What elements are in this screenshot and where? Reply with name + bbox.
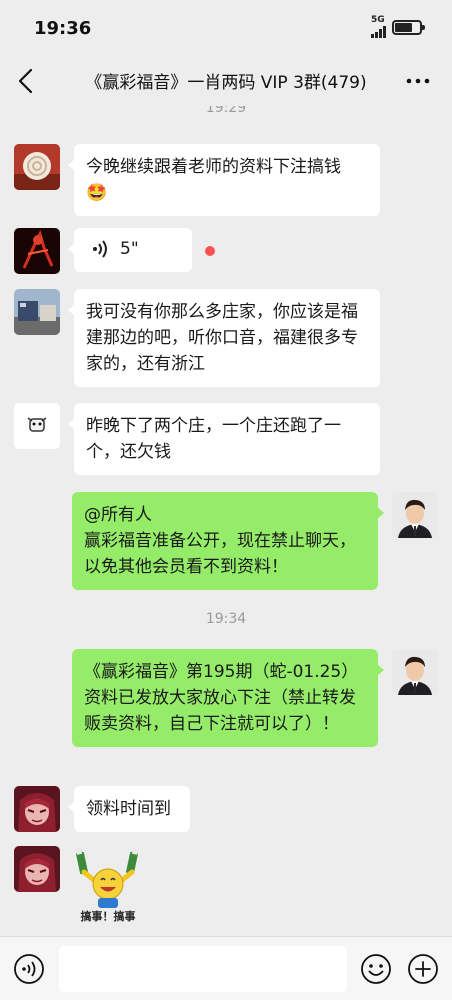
voice-toggle-icon[interactable]: [13, 953, 45, 985]
voice-duration: 5": [120, 239, 139, 259]
sticker[interactable]: 搞事！搞事: [70, 846, 146, 924]
network-type: 5G: [371, 15, 385, 25]
message-text: 昨晚下了两个庄，一个庄还跑了一个，还欠钱: [86, 416, 341, 462]
message-bubble[interactable]: @所有人 赢彩福音准备公开，现在禁止聊天，以免其他会员看不到资料！: [72, 492, 384, 590]
message-bubble[interactable]: 《赢彩福音》第195期（蛇-01.25）资料已发放大家放心下注（禁止转发贩卖资料…: [72, 649, 384, 747]
red-figure-avatar[interactable]: [14, 228, 60, 274]
street-photo-avatar[interactable]: [14, 289, 60, 335]
anime-girl-avatar[interactable]: [14, 786, 60, 832]
chevron-left-icon[interactable]: [14, 66, 40, 96]
timestamp: 19:34: [205, 611, 247, 627]
message-input[interactable]: [59, 946, 347, 992]
bottles-sticker-icon: [75, 847, 139, 908]
message-text: 我可没有你那么多庄家，你应该是福建那边的吧，听你口音，福建很多专家的，还有浙江: [86, 302, 358, 374]
mention-text[interactable]: @所有人: [84, 505, 152, 525]
sticker-caption: 搞事！搞事: [80, 910, 136, 923]
message-bubble[interactable]: 今晚继续跟着老师的资料下注搞钱 🤩: [68, 144, 380, 216]
message-bubble[interactable]: 领料时间到: [68, 786, 190, 832]
message-list[interactable]: 19:29 今晚继续跟着老师的资料下注搞钱 🤩 5" 我可没有你那么多庄家，你应…: [0, 106, 452, 936]
battery-icon: [392, 19, 425, 35]
message-text: 赢彩福音准备公开，现在禁止聊天，以免其他会员看不到资料！: [84, 531, 356, 577]
cartoon-avatar[interactable]: [14, 403, 60, 449]
man-in-suit-avatar[interactable]: [392, 649, 438, 695]
message-text: 《赢彩福音》第195期（蛇-01.25）资料已发放大家放心下注（禁止转发贩卖资料…: [84, 662, 359, 734]
voice-message[interactable]: 5": [68, 228, 192, 272]
anime-girl-avatar[interactable]: [14, 846, 60, 892]
battery-level: [395, 22, 412, 32]
status-time: 19:36: [34, 18, 92, 39]
message-bubble[interactable]: 我可没有你那么多庄家，你应该是福建那边的吧，听你口音，福建很多专家的，还有浙江: [68, 289, 380, 387]
ellipsis-icon[interactable]: [404, 68, 432, 94]
chat-header: 《赢彩福音》一肖两码 VIP 3群(479): [0, 56, 452, 106]
voice-wave-icon: [90, 238, 110, 260]
snail-avatar[interactable]: [14, 144, 60, 190]
status-bar: 19:36 5G: [0, 0, 452, 56]
message-text: 今晚继续跟着老师的资料下注搞钱: [86, 157, 341, 177]
unread-dot: [205, 246, 215, 256]
timestamp: 19:29: [205, 106, 247, 116]
emoji: 🤩: [86, 183, 108, 203]
message-text: 领料时间到: [86, 799, 171, 819]
signal-icon: 5G: [371, 16, 386, 38]
input-bar: [0, 936, 452, 1000]
chat-title: 《赢彩福音》一肖两码 VIP 3群(479): [85, 73, 367, 93]
message-bubble[interactable]: 昨晚下了两个庄，一个庄还跑了一个，还欠钱: [68, 403, 380, 475]
plus-icon[interactable]: [407, 953, 439, 985]
man-in-suit-avatar[interactable]: [392, 492, 438, 538]
emoji-icon[interactable]: [360, 953, 392, 985]
status-icons: 5G: [371, 16, 425, 38]
